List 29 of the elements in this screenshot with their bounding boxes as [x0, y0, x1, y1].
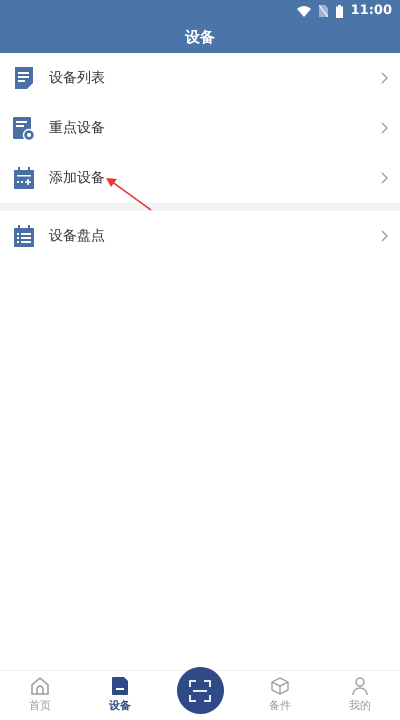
scan-icon: [188, 678, 212, 702]
tab-item[interactable]: 设备: [80, 676, 160, 715]
menu-label: 添加设备: [49, 168, 105, 188]
menu-label: 设备列表: [49, 68, 105, 88]
menu-label: 重点设备: [49, 118, 105, 138]
menu-item[interactable]: 添加设备: [0, 153, 400, 203]
chevron-right-icon: [381, 172, 388, 184]
checklist-icon: [13, 224, 35, 248]
wifi-icon: [296, 6, 311, 16]
battery-icon: [336, 4, 343, 18]
chevron-right-icon: [381, 72, 388, 84]
chevron-right-icon: [381, 230, 388, 242]
page-title: 设备: [185, 27, 215, 48]
menu-item[interactable]: 设备盘点: [0, 211, 400, 261]
document-gear-icon: [12, 116, 36, 140]
document-icon: [13, 66, 35, 90]
menu-label: 设备盘点: [49, 226, 105, 246]
user-icon: [350, 676, 370, 696]
menu-item[interactable]: 设备列表: [0, 53, 400, 103]
device-icon: [111, 676, 129, 696]
menu-item[interactable]: 重点设备: [0, 103, 400, 153]
annotation-arrow: [105, 177, 153, 212]
no-sim-icon: [318, 5, 328, 17]
status-time: 11:00: [350, 2, 392, 20]
chevron-right-icon: [381, 122, 388, 134]
calendar-plus-icon: [13, 166, 35, 190]
scan-button[interactable]: [176, 667, 224, 714]
cube-icon: [270, 676, 290, 696]
home-icon: [30, 676, 50, 696]
